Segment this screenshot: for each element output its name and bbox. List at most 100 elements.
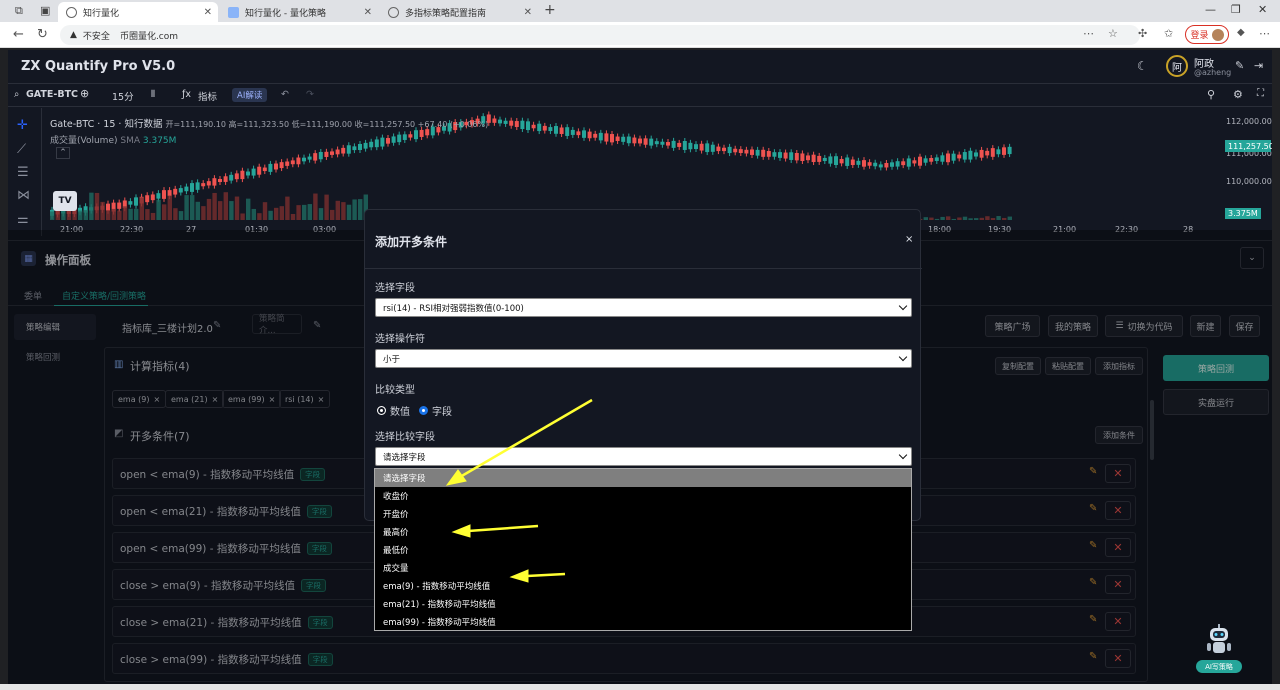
candle-body: [1002, 147, 1006, 155]
logout-icon[interactable]: ⇥: [1254, 59, 1263, 72]
measure-icon[interactable]: ⚌: [17, 212, 29, 227]
browser-tab-3[interactable]: 多指标策略配置指南 ✕: [380, 2, 538, 22]
compare-field-select[interactable]: 请选择字段: [375, 447, 912, 466]
candle-body: [918, 156, 922, 166]
candle-body: [895, 161, 900, 167]
volume-bar: [167, 195, 172, 220]
candle-body: [890, 162, 894, 167]
copilot-icon[interactable]: ◆: [1237, 27, 1245, 38]
chevron-down-icon: [898, 450, 908, 460]
maximize-icon[interactable]: ❐: [1231, 3, 1241, 16]
login-button[interactable]: 登录: [1185, 25, 1229, 44]
pattern-icon[interactable]: ⋈: [17, 188, 30, 203]
candle-body: [929, 157, 934, 162]
more-icon[interactable]: ⋯: [1259, 27, 1270, 40]
minimize-icon[interactable]: —: [1205, 3, 1216, 16]
drawing-toolbar: ✛ ⟋ ☰ ⋈ ⚌: [8, 108, 42, 236]
url-box[interactable]: ▲ 不安全 币圈量化.com: [60, 25, 1140, 45]
candle-body: [374, 139, 379, 148]
modal-close-icon[interactable]: ×: [905, 234, 913, 245]
browser-tab-2[interactable]: 知行量化 - 量化策略 ✕: [220, 2, 378, 22]
candle-body: [330, 151, 334, 155]
radio-on-icon: [419, 406, 428, 415]
candle-body: [425, 129, 430, 136]
workspaces-icon[interactable]: ⧉: [15, 4, 23, 18]
dropdown-option[interactable]: ema(99) - 指数移动平均线值: [375, 613, 911, 631]
radio-field[interactable]: 字段: [419, 403, 452, 418]
tab-actions-icon[interactable]: ▣: [40, 4, 50, 17]
candle-body: [660, 141, 665, 145]
volume-bar: [968, 218, 973, 220]
dropdown-option[interactable]: 最高价: [375, 523, 911, 541]
settings-icon[interactable]: ⚙: [1233, 88, 1243, 101]
dropdown-option[interactable]: 最低价: [375, 541, 911, 559]
ai-analysis-button[interactable]: AI解读: [232, 88, 268, 102]
close-icon[interactable]: ✕: [204, 7, 212, 18]
search-icon[interactable]: ⌕: [14, 89, 19, 100]
add-symbol-icon[interactable]: ⊕: [80, 87, 89, 100]
back-icon[interactable]: ←: [13, 27, 24, 42]
reload-icon[interactable]: ↻: [37, 27, 48, 42]
candle-body: [408, 134, 413, 138]
crosshair-icon[interactable]: ✛: [17, 118, 28, 133]
interval-selector[interactable]: 15分: [112, 89, 134, 103]
browser-tab-1[interactable]: 知行量化 ✕: [58, 2, 218, 22]
volume-bar: [246, 198, 251, 220]
theme-toggle-icon[interactable]: ☾: [1137, 59, 1148, 73]
extensions-icon[interactable]: ✣: [1138, 27, 1147, 40]
operator-select[interactable]: 小于: [375, 349, 912, 368]
candle-body: [554, 126, 558, 134]
favorite-star-icon[interactable]: ☆: [1108, 27, 1118, 40]
chart-ohlc: 开=111,190.10 高=111,323.50 低=111,190.00 收…: [165, 120, 489, 129]
new-tab-icon[interactable]: +: [544, 2, 556, 18]
tradingview-logo: TV: [53, 191, 77, 211]
close-icon[interactable]: ✕: [524, 7, 532, 18]
candle-body: [514, 121, 519, 127]
user-avatar[interactable]: 阿: [1166, 55, 1188, 77]
redo-icon[interactable]: ↷: [306, 89, 314, 100]
trend-line-icon[interactable]: ⟋: [17, 142, 26, 157]
volume-value: 3.375M: [142, 136, 177, 146]
candle-body: [839, 158, 844, 164]
volume-label: 成交量(Volume): [50, 136, 118, 146]
candle-body: [201, 183, 206, 187]
read-mode-icon[interactable]: ⋯: [1083, 27, 1094, 40]
candle-body: [733, 148, 738, 153]
radio-value[interactable]: 数值: [377, 403, 410, 418]
candle-body: [761, 149, 766, 157]
volume-bar: [330, 209, 335, 220]
candle-body: [688, 142, 693, 150]
dropdown-option[interactable]: 收盘价: [375, 487, 911, 505]
tools-icon[interactable]: ⚲: [1207, 88, 1215, 101]
dropdown-option[interactable]: 请选择字段: [375, 469, 911, 487]
candle-style-icon[interactable]: ⫴: [151, 89, 155, 100]
last-price-label: 111,257.50: [1228, 142, 1272, 151]
undo-icon[interactable]: ↶: [281, 89, 289, 100]
volume-bar: [100, 201, 105, 220]
symbol-selector[interactable]: GATE-BTC: [26, 89, 78, 100]
dropdown-option[interactable]: ema(21) - 指数移动平均线值: [375, 595, 911, 613]
edit-icon[interactable]: ✎: [1235, 59, 1244, 72]
collapse-chevron-icon[interactable]: ⌃: [56, 147, 70, 159]
dropdown-option[interactable]: ema(9) - 指数移动平均线值: [375, 577, 911, 595]
volume-bar: [358, 199, 363, 220]
dropdown-option[interactable]: 开盘价: [375, 505, 911, 523]
volume-bar: [201, 206, 206, 220]
field-select[interactable]: rsi(14) - RSI相对强弱指数值(0-100): [375, 298, 912, 317]
candle-body: [699, 143, 704, 151]
candle-body: [632, 137, 637, 144]
indicator-button[interactable]: 指标: [198, 89, 217, 103]
candle-body: [873, 162, 878, 167]
fib-lines-icon[interactable]: ☰: [17, 165, 29, 180]
dropdown-option[interactable]: 成交量: [375, 559, 911, 577]
candle-body: [537, 123, 542, 132]
volume-bar: [134, 208, 139, 220]
window-close-icon[interactable]: ✕: [1258, 3, 1267, 16]
fullscreen-icon[interactable]: ⛶: [1257, 88, 1264, 99]
candle-body: [811, 154, 816, 163]
candle-body: [940, 155, 945, 162]
candle-body: [419, 129, 424, 137]
close-icon[interactable]: ✕: [364, 7, 372, 18]
ai-robot-assistant[interactable]: AI写策略: [1196, 622, 1242, 674]
favorites-icon[interactable]: ✩: [1164, 27, 1173, 40]
